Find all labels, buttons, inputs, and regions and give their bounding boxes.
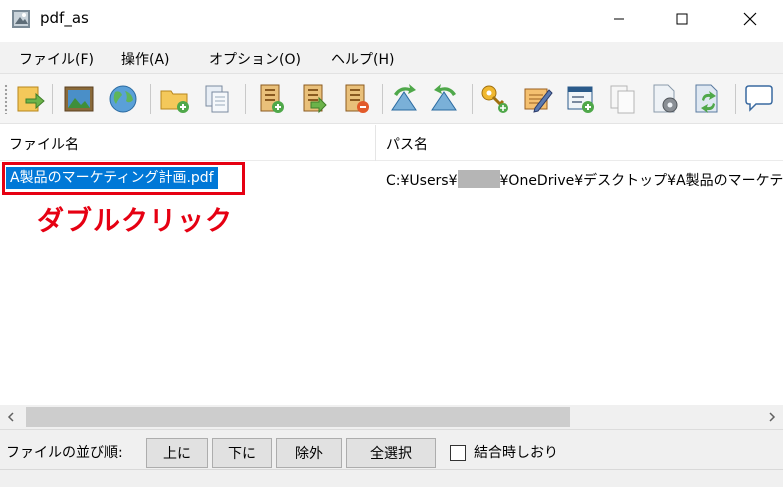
minimize-button[interactable] [596,0,642,38]
add-folder-icon[interactable] [158,82,192,116]
toolbar-separator [735,84,736,114]
bookmark-on-merge-label[interactable]: 結合時しおり [474,442,558,462]
picture-icon[interactable] [62,82,96,116]
file-list[interactable]: ファイル名 パス名 A製品のマーケティング計画.pdf C:¥Users¥ ¥On… [0,125,783,405]
path-prefix: C:¥Users¥ [386,173,458,189]
menu-operation[interactable]: 操作(A) [121,49,170,69]
toolbar-separator [382,84,383,114]
refresh-page-icon[interactable] [691,82,725,116]
toolbar-separator [472,84,473,114]
toolbar-grip[interactable] [4,84,8,114]
column-header-filename[interactable]: ファイル名 [9,134,79,154]
move-down-button[interactable]: 下に [212,438,272,468]
bottom-bar: ファイルの並び順: 上に 下に 除外 全選択 結合時しおり [0,429,783,469]
globe-icon[interactable] [106,82,140,116]
title-bar: pdf_as [0,0,783,38]
add-form-icon[interactable] [564,82,598,116]
menu-options[interactable]: オプション(O) [209,49,301,69]
chevron-right-icon [769,412,776,422]
menu-file[interactable]: ファイル(F) [19,49,94,69]
annotation-double-click: ダブルクリック [37,206,233,237]
scrollbar-thumb[interactable] [26,407,570,427]
maximize-icon [676,13,688,25]
window-title: pdf_as [40,9,89,27]
bookmark-on-merge-checkbox[interactable] [450,445,466,461]
menu-help[interactable]: ヘルプ(H) [331,49,394,69]
list-header: ファイル名 パス名 [0,125,783,161]
menu-bar: ファイル(F) 操作(A) オプション(O) ヘルプ(H) [0,42,783,74]
move-up-button[interactable]: 上に [146,438,208,468]
add-key-icon[interactable] [478,82,512,116]
path-suffix: ¥OneDrive¥デスクトップ¥A製品のマーケテ [499,173,783,189]
close-icon [743,12,757,26]
file-row-path[interactable]: C:¥Users¥ ¥OneDrive¥デスクトップ¥A製品のマーケテ [386,170,783,190]
column-header-path[interactable]: パス名 [386,134,428,154]
toolbar-separator [52,84,53,114]
file-order-label: ファイルの並び順: [6,445,123,461]
insert-pages-icon[interactable] [297,82,331,116]
open-file-icon[interactable] [13,82,47,116]
toolbar-separator [245,84,246,114]
annotation-highlight-box [2,162,245,195]
minimize-icon [614,18,624,20]
copy-pages-icon[interactable] [201,82,235,116]
maximize-button[interactable] [659,0,705,38]
select-all-button[interactable]: 全選択 [346,438,436,468]
blank-page-icon[interactable] [606,82,640,116]
edit-icon[interactable] [521,82,555,116]
scroll-right-button[interactable] [761,405,783,429]
comment-icon[interactable] [742,82,776,116]
chevron-left-icon [7,412,14,422]
toolbar [0,74,783,124]
status-bar [0,469,783,487]
app-icon [12,10,30,28]
remove-pages-icon[interactable] [339,82,373,116]
rotate-left-icon[interactable] [388,82,422,116]
column-divider[interactable] [375,125,376,161]
redacted-username [457,170,500,188]
close-button[interactable] [727,0,773,38]
settings-page-icon[interactable] [648,82,682,116]
add-pages-icon[interactable] [254,82,288,116]
toolbar-separator [150,84,151,114]
horizontal-scrollbar[interactable] [0,405,783,429]
scroll-left-button[interactable] [0,405,22,429]
rotate-right-icon[interactable] [428,82,462,116]
exclude-button[interactable]: 除外 [276,438,342,468]
